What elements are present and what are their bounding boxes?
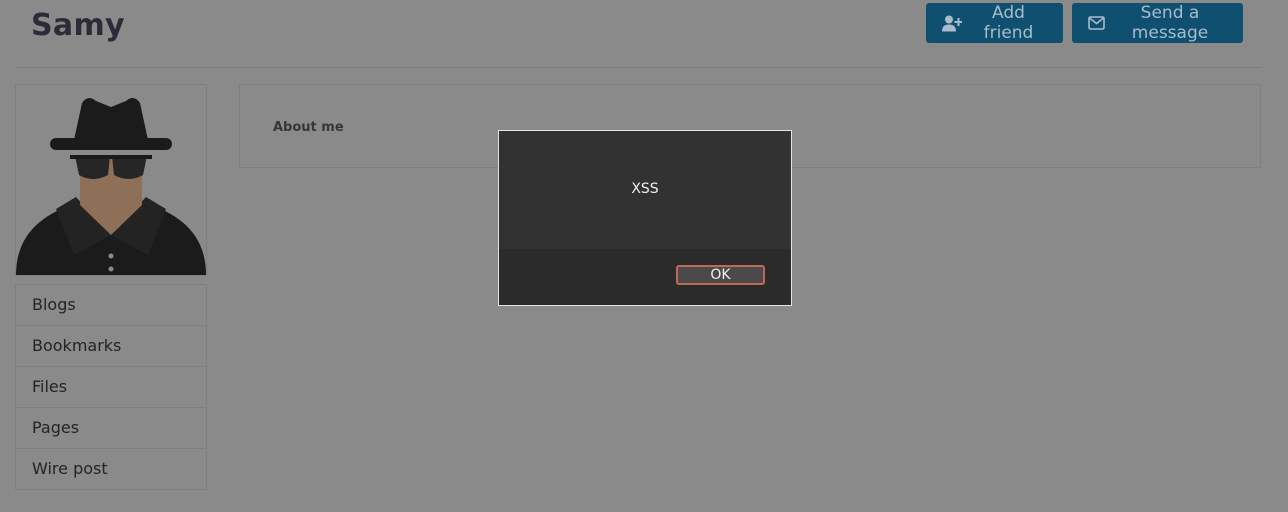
ok-button[interactable]: OK (676, 265, 765, 285)
profile-name: Samy (31, 8, 125, 43)
user-plus-icon (942, 15, 962, 32)
sidebar-item-wire-post[interactable]: Wire post (16, 448, 206, 489)
add-friend-button[interactable]: Add friend (926, 3, 1063, 43)
send-message-label: Send a message (1131, 3, 1209, 43)
alert-message: XSS (631, 181, 659, 197)
envelope-icon (1088, 16, 1105, 30)
sidebar-item-bookmarks[interactable]: Bookmarks (16, 325, 206, 366)
sidebar-menu: Blogs Bookmarks Files Pages Wire post (15, 284, 207, 490)
add-friend-label: Add friend (983, 3, 1034, 43)
sidebar-item-pages[interactable]: Pages (16, 407, 206, 448)
send-message-button[interactable]: Send a message (1072, 3, 1243, 43)
profile-actions: Add friend Send a message (926, 3, 1243, 43)
sidebar-item-files[interactable]: Files (16, 366, 206, 407)
avatar[interactable] (15, 84, 207, 276)
header-divider (16, 67, 1262, 68)
alert-dialog: XSS OK (498, 130, 792, 306)
about-me-label: About me (273, 120, 344, 135)
sidebar-item-blogs[interactable]: Blogs (16, 285, 206, 325)
alert-footer: OK (499, 249, 791, 305)
